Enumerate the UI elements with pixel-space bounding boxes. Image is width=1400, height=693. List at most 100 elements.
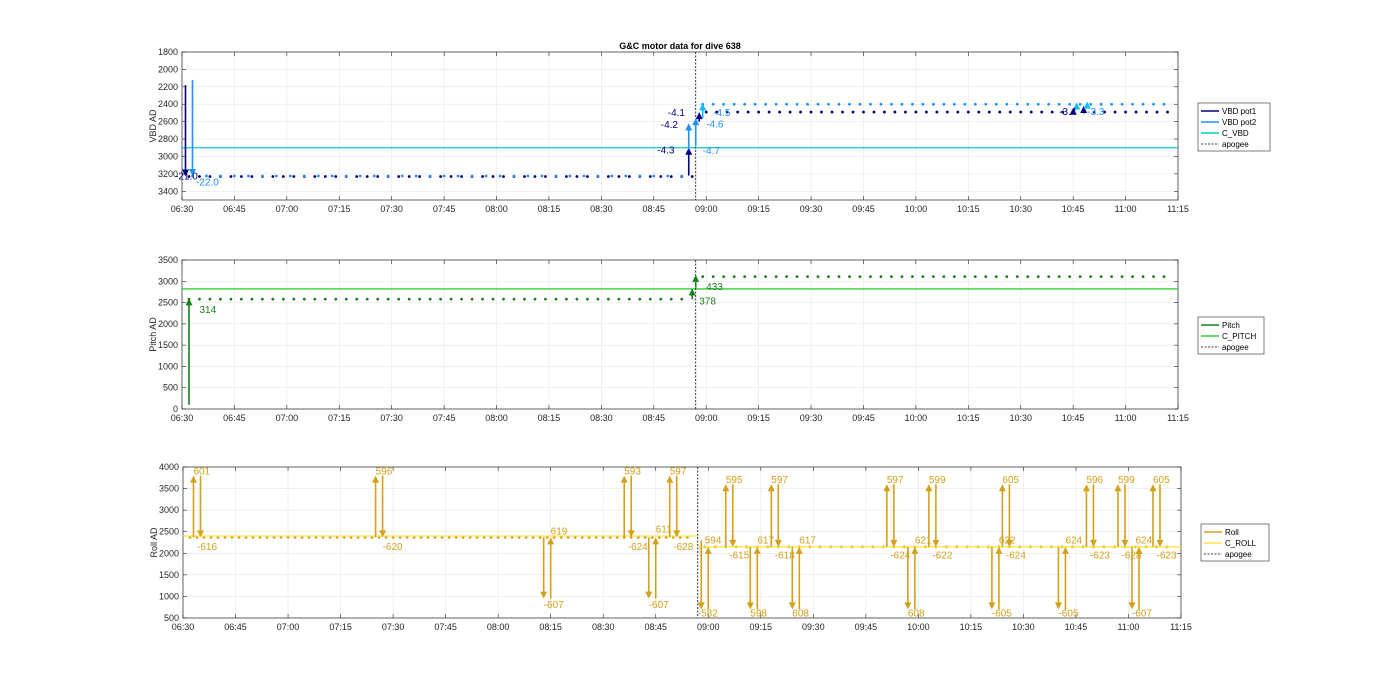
y-tick-label: 3000 [159,505,179,515]
data-label: -628 [673,542,693,553]
data-point [879,275,883,279]
data-label: -3.4 [1059,107,1077,118]
data-label: -615 [729,550,749,561]
x-tick-label: 10:15 [957,204,980,214]
data-point [984,102,988,106]
data-point [757,110,761,114]
legend: Roll C_ROLLapogee [1200,523,1270,562]
data-point [827,275,830,279]
data-point [963,275,967,279]
legend: Pitch C_PITCHapogee [1197,316,1265,355]
data-point [743,275,747,279]
data-point [1036,275,1040,279]
x-tick-label: 11:00 [1115,204,1137,214]
data-label: -605 [992,609,1012,620]
data-point [585,297,589,301]
data-point [1089,275,1093,279]
data-point [911,102,914,106]
data-point [229,175,233,178]
data-point [624,174,628,178]
x-tick-label: 10:15 [957,413,980,423]
data-point [890,102,893,106]
data-point [921,102,925,106]
data-point [830,110,834,114]
data-point [900,275,904,279]
data-point [820,110,823,114]
data-point [439,175,443,178]
data-point [313,297,317,301]
data-point [470,174,474,178]
data-point [376,297,380,301]
data-point [250,297,254,301]
x-tick-label: 08:45 [643,204,666,214]
data-point [872,110,876,114]
legend-label: C_PITCH [1222,332,1256,341]
x-tick-label: 10:45 [1062,413,1085,423]
x-tick-label: 10:15 [960,622,983,632]
data-point [952,275,956,279]
data-point [973,275,977,279]
data-point [722,102,726,106]
y-tick-label: 4000 [159,462,179,472]
x-tick-label: 11:15 [1167,204,1189,214]
data-point [1078,275,1082,279]
y-tick-label: 2500 [158,298,178,308]
data-point [994,275,998,279]
data-point [711,102,715,106]
data-point [1099,102,1103,106]
x-tick-label: 11:00 [1115,413,1137,423]
data-point [1152,102,1155,106]
data-point [484,174,488,178]
data-point [400,174,404,178]
data-point [358,174,362,178]
y-tick-label: 2000 [158,64,178,74]
data-point [533,297,537,301]
y-axis-label: Roll AD [149,527,159,558]
data-point [323,175,327,178]
data-point [764,275,768,279]
data-point [893,110,897,114]
legend-label: C_VBD [1222,129,1249,138]
x-tick-label: 08:00 [487,622,510,632]
data-point [911,275,914,279]
data-point [606,297,610,301]
data-point [858,275,862,279]
data-point [544,175,547,178]
x-tick-label: 08:30 [590,204,613,214]
x-tick-label: 07:15 [328,204,351,214]
data-point [1005,102,1009,106]
x-tick-label: 07:15 [329,622,352,632]
x-tick-label: 06:45 [223,204,246,214]
plot-area [182,260,1178,409]
data-label: -620 [383,542,403,553]
data-point [1078,102,1082,106]
y-tick-label: 0 [173,404,178,414]
data-label: -618 [775,550,795,561]
data-point [439,297,443,301]
legend-label: VBD pot2 [1222,118,1257,127]
data-point [481,175,484,178]
data-point [806,102,809,106]
data-point [638,297,642,301]
data-point [1015,275,1019,279]
data-point [1068,275,1072,279]
data-point [921,275,925,279]
data-point [523,175,526,178]
data-point [208,297,212,301]
data-point [1047,102,1051,106]
data-point [648,297,652,301]
data-point [397,297,401,301]
data-point [627,175,631,178]
y-tick-label: 3400 [158,186,178,196]
data-label: 599 [929,475,946,486]
x-tick-label: 10:00 [905,413,928,423]
x-tick-label: 07:30 [380,204,403,214]
data-point [292,297,296,301]
x-tick-label: 08:00 [485,413,508,423]
data-point [344,297,348,301]
data-point [900,102,904,106]
data-point [963,102,967,106]
x-tick-label: 10:45 [1062,204,1085,214]
data-point [526,174,530,178]
data-point [1110,102,1113,106]
